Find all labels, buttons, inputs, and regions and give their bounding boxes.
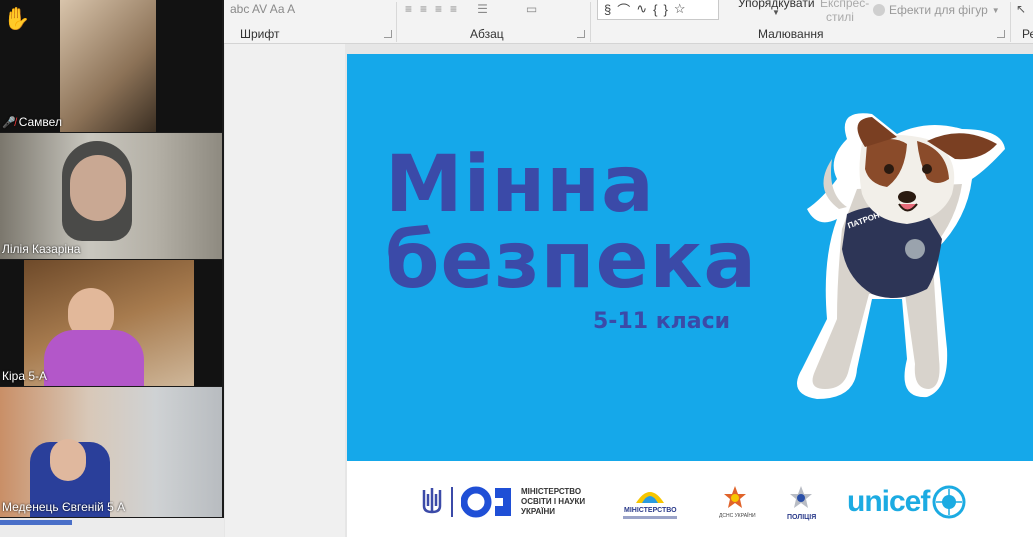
ministry-education-text: МІНІСТЕРСТВО ОСВІТИ І НАУКИ УКРАЇНИ [521,487,585,517]
columns-icon[interactable]: ☰ [477,2,488,16]
participant-name-label: Кіра 5-А [2,369,48,383]
video-black-bar [0,260,24,386]
dog-patron-illustration [797,113,1005,400]
video-black-bar [194,260,222,386]
drawing-group-label: Малювання [758,27,824,41]
slide-title-line-2: безпека [385,216,758,306]
chevron-down-icon: ▼ [991,5,1000,15]
drawing-dialog-launcher-icon[interactable] [997,30,1005,38]
select-pointer-icon[interactable]: ↖ [1016,2,1026,16]
shapes-gallery[interactable]: § ⌒ ∿ { } ☆ [597,0,719,20]
slide-background: Мінна безпека 5-11 класи ПАТРОН [347,54,1033,461]
curve-icon[interactable]: ∿ [636,1,647,17]
smartart-icon[interactable]: ▭ [526,2,537,16]
muted-mic-icon: 🎤̸ [2,116,16,129]
divider [396,2,397,42]
editing-group-label: Ре [1022,27,1033,41]
quick-styles-button[interactable]: Експрес- стилі [820,0,869,24]
taskbar-strip [0,518,224,537]
participant-face [70,155,126,221]
chevron-down-icon[interactable]: ▼ [772,8,780,17]
unicef-text: unicef [847,485,930,518]
brace-right-icon[interactable]: } [664,2,668,17]
slide-title-line-1: Мінна [385,140,655,230]
participant-tile[interactable]: ✋ 🎤̸ Самвел [0,0,222,132]
participant-name: Меденець Євгеній 5 А [2,500,125,514]
divider [590,2,591,42]
ministry-education-logo-icon [461,486,511,518]
participant-name: 🎤̸ Самвел [2,115,62,129]
divider [451,487,453,517]
ministry-line-3: УКРАЇНИ [521,507,556,516]
raised-hand-icon: ✋ [3,6,31,31]
paragraph-dialog-launcher-icon[interactable] [577,30,585,38]
unicef-globe-icon [932,485,966,519]
font-group-label: Шрифт [240,27,280,41]
video-participants-panel: ✋ 🎤̸ Самвел Лілія Казаріна Кіра 5-А Меде… [0,0,224,518]
participant-tile[interactable]: Меденець Євгеній 5 А [0,387,222,517]
justify-icon[interactable]: ≡ [450,2,457,16]
effects-icon [873,4,885,16]
font-tools[interactable]: abc AV Aa A [230,2,295,16]
participant-name: Кіра 5-А [2,369,47,383]
ministry-reintegration-logo-icon [636,492,664,503]
dsns-text: ДСНС УКРАЇНИ [719,513,756,519]
participant-video [60,0,156,132]
brace-left-icon[interactable]: { [653,2,657,17]
police-emblem-icon [790,486,812,508]
arc-icon[interactable]: ⌒ [617,0,630,19]
participant-name-label: Меденець Євгеній 5 А [2,500,126,514]
participant-face [50,439,86,481]
participant-tile[interactable]: Лілія Казаріна [0,133,222,259]
quick-styles-label-2: стилі [826,10,854,24]
ministry-line-1: МІНІСТЕРСТВО [521,487,582,496]
participant-name: Лілія Казаріна [2,242,80,256]
paragraph-group-label: Абзац [470,27,504,41]
slide[interactable]: Мінна безпека 5-11 класи ПАТРОН МІНІСТЕР… [347,54,1033,537]
star-icon[interactable]: ☆ [674,1,686,17]
divider [1010,2,1011,42]
ministry-line-2: ОСВІТИ І НАУКИ [521,497,586,506]
slide-subtitle: 5-11 класи [593,309,731,334]
ministry-reintegration-subtext [623,516,677,519]
trident-icon [422,488,442,514]
align-left-icon[interactable]: ≡ [405,2,412,16]
police-text: ПОЛІЦІЯ [787,514,817,521]
align-center-icon[interactable]: ≡ [420,2,427,16]
participant-name-label: Лілія Казаріна [2,242,81,256]
freeform-icon[interactable]: § [604,2,611,17]
shape-effects-button[interactable]: Ефекти для фігур ▼ [873,3,1000,17]
partner-logos: МІНІСТЕРСТВО ОСВІТИ І НАУКИ УКРАЇНИ МІНІ… [347,461,1033,537]
progress-indicator [0,520,72,525]
shape-effects-label: Ефекти для фігур [889,3,988,17]
editor-canvas-margin [225,44,345,537]
quick-styles-label-1: Експрес- [820,0,870,10]
participant-shirt [44,330,144,386]
align-right-icon[interactable]: ≡ [435,2,442,16]
participant-tile-active[interactable]: Кіра 5-А [0,260,222,386]
video-black-bar [156,0,222,132]
font-dialog-launcher-icon[interactable] [384,30,392,38]
font-tools-row[interactable]: abc AV Aa A [230,0,295,18]
paragraph-tools-row[interactable]: ≡ ≡ ≡ ≡ ☰ ▭ [405,0,537,18]
participant-name-label: Самвел [18,115,62,129]
ministry-reintegration-text: МІНІСТЕРСТВО [624,507,677,514]
dsns-emblem-icon [724,486,746,508]
